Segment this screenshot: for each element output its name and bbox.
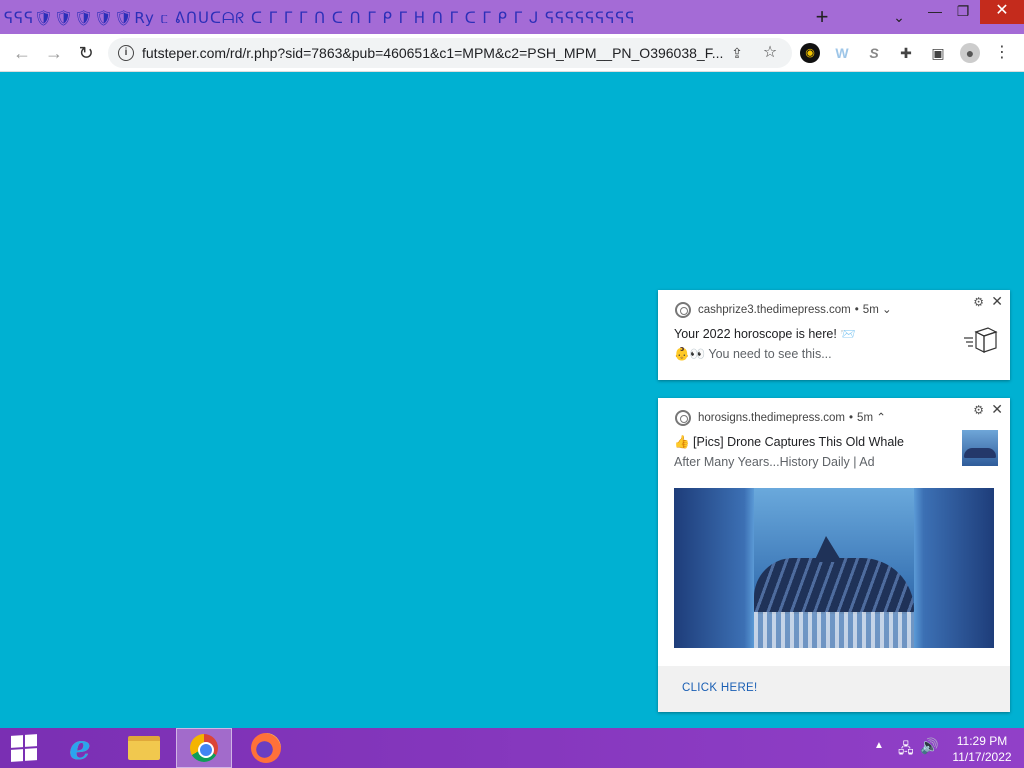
notification-whale[interactable]: horosigns.thedimepress.com • 5m ⌃ ⚙ ✕ 👍 [P… [658,398,1010,712]
forward-button[interactable]: → [42,41,66,65]
windows-logo-icon [11,734,37,762]
volume-icon[interactable]: 🔊 [920,737,939,755]
notification-source: horosigns.thedimepress.com • 5m ⌃ [698,412,886,424]
close-icon[interactable]: ✕ [991,401,1003,418]
clock-time: 11:29 PM [956,734,1008,748]
internet-explorer-icon: e [69,728,91,768]
menu-kebab-icon[interactable]: ⋮ [992,43,1012,63]
side-panel-icon[interactable]: ▣ [928,43,948,63]
close-window-button[interactable]: ✕ [980,0,1024,24]
whale-back [754,558,914,614]
close-icon[interactable]: ✕ [991,293,1003,310]
notification-body: After Many Years...History Daily | Ad [674,455,875,469]
taskbar-chrome[interactable] [176,728,232,768]
notification-title: Your 2022 horoscope is here! 📨 [674,327,856,341]
chrome-logo-icon [190,734,218,762]
system-clock[interactable]: 11:29 PM 11/17/2022 [944,733,1020,765]
notification-source: cashprize3.thedimepress.com • 5m ⌄ [698,304,892,316]
source-domain: horosigns.thedimepress.com [698,412,846,424]
extension-2-icon[interactable]: W [832,43,852,63]
extensions-puzzle-icon[interactable]: ✚ [896,43,916,63]
chevron-down-icon[interactable]: ⌄ [882,304,892,316]
extension-1-icon[interactable]: ◉ [800,43,820,63]
taskbar-internet-explorer[interactable]: e [52,728,108,768]
reload-button[interactable]: ↻ [74,41,98,65]
whale-image[interactable] [674,488,994,648]
notification-horoscope[interactable]: cashprize3.thedimepress.com • 5m ⌄ ⚙ ✕ You… [658,290,1010,380]
tab-strip-text[interactable]: ᕋᕋᕋ🛡🛡🛡🛡🛡Ry ᥴ ᕕᑎᑌᑕᗩᖇ ᑕ ᒥ ᒥ ᒥ ᑎ ᑕ ᑎ ᒥ ᑭ ᒥ … [4,9,635,27]
tab-strip[interactable]: ᕋᕋᕋ🛡🛡🛡🛡🛡Ry ᥴ ᕕᑎᑌᑕᗩᖇ ᑕ ᒥ ᒥ ᒥ ᑎ ᑕ ᑎ ᒥ ᑭ ᒥ … [4,4,776,32]
click-here-button[interactable]: CLICK HERE! [682,682,758,694]
package-icon [964,327,998,353]
new-tab-button[interactable]: + [810,5,834,29]
restore-button[interactable]: ❐ [948,0,978,24]
gear-icon[interactable]: ⚙ [973,295,984,309]
whale-fin [814,536,842,562]
notification-action-bar: CLICK HERE! [658,666,1010,712]
network-icon[interactable]: 🖧 [898,738,914,762]
taskbar-file-explorer[interactable] [116,728,172,768]
show-hidden-icons-button[interactable]: ▲ [874,740,884,751]
notification-title: 👍 [Pics] Drone Captures This Old Whale [674,435,904,449]
tab-search-button[interactable]: ⌄ [888,6,910,28]
notification-age: 5m [857,412,874,424]
chrome-icon [675,410,691,426]
back-button[interactable]: ← [10,41,34,65]
folder-icon [128,736,160,760]
minimize-button[interactable]: — [920,0,950,24]
notification-body: 👶👀 You need to see this... [674,347,832,361]
url-text[interactable]: futsteper.com/rd/r.php?sid=7863&pub=4606… [142,45,732,61]
address-bar[interactable]: i futsteper.com/rd/r.php?sid=7863&pub=46… [108,38,792,68]
clock-date: 11/17/2022 [952,750,1012,764]
taskbar-firefox[interactable] [238,728,294,768]
profile-avatar-icon[interactable]: ● [960,43,980,63]
browser-toolbar: ← → ↻ i futsteper.com/rd/r.php?sid=7863&… [0,34,1024,72]
start-button[interactable] [0,728,48,768]
whale-thumbnail [962,430,998,466]
notification-age: 5m [862,304,879,316]
chrome-icon [675,302,691,318]
bookmark-star-icon[interactable]: ☆ [760,43,780,63]
browser-titlebar: ᕋᕋᕋ🛡🛡🛡🛡🛡Ry ᥴ ᕕᑎᑌᑕᗩᖇ ᑕ ᒥ ᒥ ᒥ ᑎ ᑕ ᑎ ᒥ ᑭ ᒥ … [0,0,1024,34]
extension-3-icon[interactable]: S [864,43,884,63]
source-domain: cashprize3.thedimepress.com [698,304,851,316]
taskbar: e ▲ 🖧 🔊 11:29 PM 11/17/2022 [0,728,1024,768]
share-icon[interactable]: ⇪ [728,44,746,62]
firefox-logo-icon [251,733,281,763]
gear-icon[interactable]: ⚙ [973,403,984,417]
chevron-up-icon[interactable]: ⌃ [876,412,886,424]
sea-foam [754,612,914,648]
site-info-icon[interactable]: i [118,45,134,61]
